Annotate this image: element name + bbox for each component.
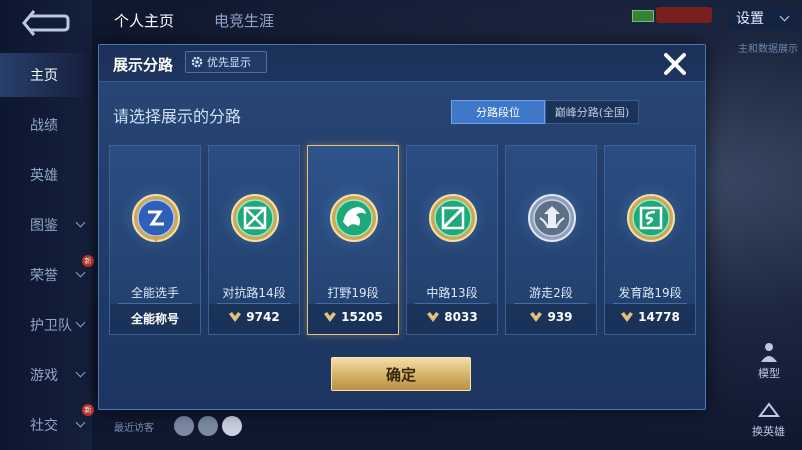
tab-peak-lane-national[interactable]: 巅峰分路(全国) xyxy=(545,100,639,124)
model-button[interactable]: 模型 xyxy=(756,342,782,381)
lane-score: 9742 xyxy=(209,310,299,324)
roam-badge-icon xyxy=(528,194,576,242)
back-button[interactable] xyxy=(20,10,72,36)
back-arrow-icon xyxy=(22,10,70,36)
priority-display-button[interactable]: 优先显示 xyxy=(185,51,267,73)
sidebar-item-label: 主页 xyxy=(30,68,58,84)
sidebar-item-label: 社交 xyxy=(30,418,58,434)
farm-lane-badge-icon xyxy=(627,194,675,242)
lane-card-mid[interactable]: 中路13段 8033 xyxy=(406,145,498,335)
tab-profile[interactable]: 个人主页 xyxy=(114,10,174,31)
priority-display-label: 优先显示 xyxy=(207,56,251,69)
close-icon xyxy=(664,53,686,75)
modal-title: 展示分路 xyxy=(113,56,174,74)
tab-lane-rank[interactable]: 分路段位 xyxy=(451,100,545,124)
lane-title-value: 全能称号 xyxy=(110,310,200,327)
new-badge: 新 xyxy=(82,255,94,267)
chevron-down-icon xyxy=(75,317,86,328)
sidebar-item-record[interactable]: 战绩 xyxy=(0,103,92,147)
sidebar-item-label: 英雄 xyxy=(30,168,58,184)
settings-dropdown[interactable]: 设置 xyxy=(728,6,798,30)
sidebar-item-label: 战绩 xyxy=(30,118,58,134)
lane-card-jungle[interactable]: 打野19段 15205 xyxy=(307,145,399,335)
lane-value: 939 xyxy=(547,310,573,324)
lane-name: 游走2段 xyxy=(529,286,573,300)
lane-name: 打野19段 xyxy=(327,286,379,300)
change-hero-button[interactable]: 换英雄 xyxy=(752,400,785,439)
modal-header: 展示分路 优先显示 xyxy=(99,45,705,82)
confirm-button[interactable]: 确定 xyxy=(331,357,471,391)
divider xyxy=(316,303,390,304)
sidebar-item-label: 图鉴 xyxy=(30,218,58,234)
gear-icon xyxy=(191,56,203,68)
peak-score-icon xyxy=(427,312,440,322)
model-button-label: 模型 xyxy=(758,367,780,380)
peak-score-icon xyxy=(621,312,634,322)
peak-score-icon xyxy=(324,312,337,322)
lane-value: 8033 xyxy=(444,310,478,324)
lane-score: 8033 xyxy=(407,310,497,324)
sidebar-item-heroes[interactable]: 英雄 xyxy=(0,153,92,197)
avatar[interactable] xyxy=(198,416,218,436)
lane-name: 发育路19段 xyxy=(618,286,682,300)
close-button[interactable] xyxy=(659,49,691,79)
lane-score: 14778 xyxy=(605,310,695,324)
sidebar-item-social[interactable]: 社交 xyxy=(0,403,92,447)
divider xyxy=(415,303,489,304)
sidebar-item-guard[interactable]: 护卫队 xyxy=(0,303,92,347)
chevron-down-icon xyxy=(75,367,86,378)
chevron-down-icon xyxy=(75,417,86,428)
sidebar-item-codex[interactable]: 图鉴 xyxy=(0,203,92,247)
all-round-badge-icon xyxy=(132,194,180,242)
lane-display-modal: 展示分路 优先显示 请选择展示的分路 分路段位 巅峰分路(全国) 全能选手 全能… xyxy=(98,44,706,410)
person-icon xyxy=(761,343,777,362)
jungle-badge-icon xyxy=(330,194,378,242)
sidebar-item-honor[interactable]: 荣誉 xyxy=(0,253,92,297)
background-hint-text: 主和数据展示 xyxy=(738,44,798,55)
lane-card-clash[interactable]: 对抗路14段 9742 xyxy=(208,145,300,335)
lane-value: 全能称号 xyxy=(130,312,179,326)
sidebar-item-home[interactable]: 主页 xyxy=(0,53,92,97)
lane-name: 对抗路14段 xyxy=(222,286,286,300)
lane-name: 中路13段 xyxy=(426,286,478,300)
lane-card-all-round[interactable]: 全能选手 全能称号 xyxy=(109,145,201,335)
divider xyxy=(514,303,588,304)
peak-score-icon xyxy=(229,312,242,322)
lane-name: 全能选手 xyxy=(130,286,179,300)
battery-icon xyxy=(632,10,654,22)
lane-score: 939 xyxy=(506,310,596,324)
lane-card-farm[interactable]: 发育路19段 14778 xyxy=(604,145,696,335)
divider xyxy=(217,303,291,304)
chevron-down-icon xyxy=(75,267,86,278)
lane-value: 9742 xyxy=(246,310,280,324)
chevron-down-icon xyxy=(75,217,86,228)
avatar[interactable] xyxy=(174,416,194,436)
status-badge xyxy=(656,7,712,23)
sidebar-item-label: 游戏 xyxy=(30,368,58,384)
sidebar-item-games[interactable]: 游戏 xyxy=(0,353,92,397)
lane-score: 15205 xyxy=(308,310,398,324)
recent-visitors-label: 最近访客 xyxy=(114,423,154,434)
new-badge: 新 xyxy=(82,404,94,416)
modal-subtitle: 请选择展示的分路 xyxy=(113,107,242,126)
avatar[interactable] xyxy=(222,416,242,436)
tab-esports-career[interactable]: 电竞生涯 xyxy=(214,10,274,31)
peak-score-icon xyxy=(530,312,543,322)
sidebar-item-label: 护卫队 xyxy=(30,318,72,334)
sidebar-item-label: 荣誉 xyxy=(30,268,58,284)
divider xyxy=(118,303,192,304)
swap-hero-icon xyxy=(757,402,780,417)
divider xyxy=(613,303,687,304)
lane-value: 14778 xyxy=(638,310,680,324)
chevron-down-icon xyxy=(779,11,790,22)
settings-label: 设置 xyxy=(736,11,764,27)
change-hero-label: 换英雄 xyxy=(752,425,785,438)
mid-lane-badge-icon xyxy=(429,194,477,242)
lane-value: 15205 xyxy=(341,310,383,324)
lane-card-roam[interactable]: 游走2段 939 xyxy=(505,145,597,335)
clash-lane-badge-icon xyxy=(231,194,279,242)
